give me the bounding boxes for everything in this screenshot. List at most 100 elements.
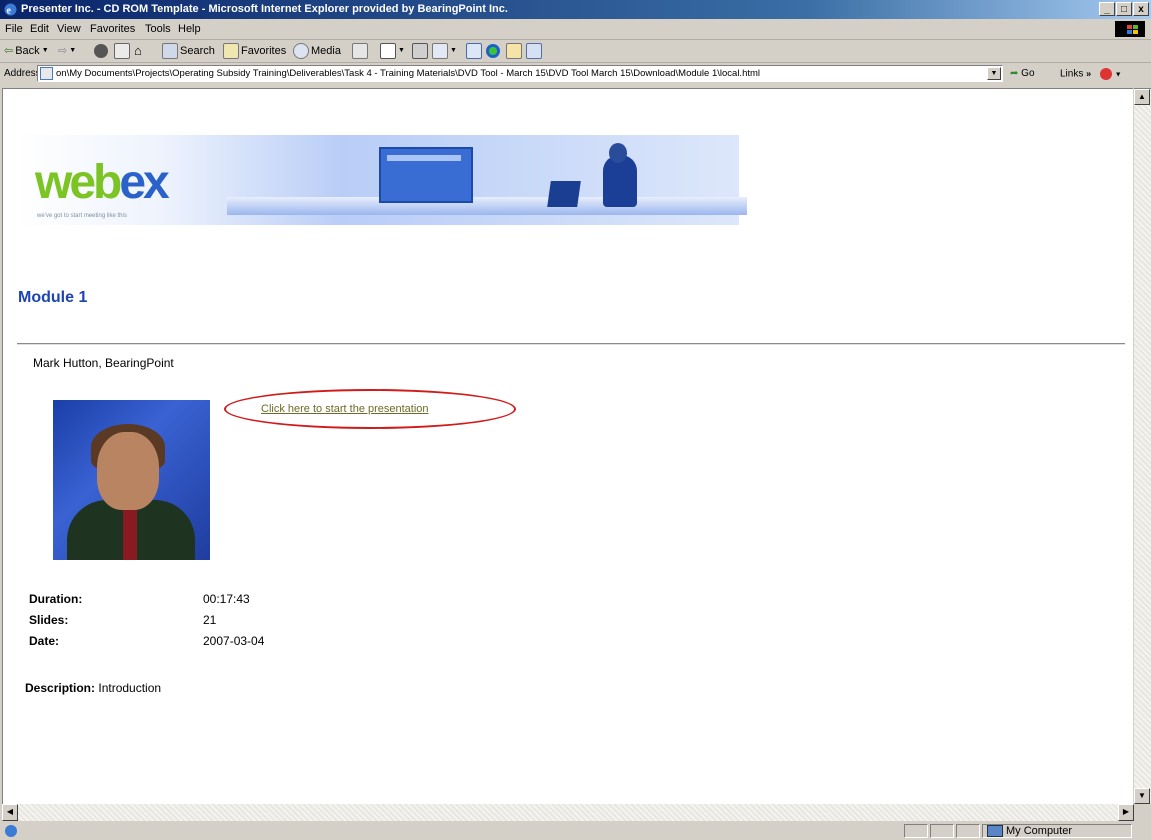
banner-person <box>603 143 637 207</box>
address-input[interactable]: on\My Documents\Projects\Operating Subsi… <box>37 65 1003 82</box>
banner-laptop <box>547 181 581 207</box>
address-label: Address <box>4 68 41 79</box>
home-icon: ⌂ <box>134 43 142 58</box>
stop-button[interactable] <box>94 43 108 59</box>
home-button[interactable]: ⌂ <box>134 43 142 59</box>
chevron-down-icon: ▼ <box>69 47 77 54</box>
history-icon <box>352 43 368 59</box>
page-icon <box>40 67 53 80</box>
back-arrow-icon: ⇦ <box>4 45 14 57</box>
menu-file[interactable]: File <box>5 23 23 35</box>
webex-logo: webex <box>35 156 170 209</box>
address-bar: Address on\My Documents\Projects\Operati… <box>0 63 1151 85</box>
network-button[interactable] <box>526 43 542 59</box>
print-icon <box>412 43 428 59</box>
webex-banner: webex we've got to start meeting like th… <box>17 135 747 225</box>
status-bar: My Computer <box>0 822 1151 840</box>
history-button[interactable] <box>352 43 368 59</box>
scroll-down-icon[interactable]: ▼ <box>1134 788 1150 804</box>
chevron-down-icon: ▼ <box>41 47 49 54</box>
favorites-button[interactable]: Favorites <box>223 43 286 59</box>
title-bar[interactable]: e Presenter Inc. - CD ROM Template - Mic… <box>0 0 1151 19</box>
divider <box>17 343 1125 345</box>
menu-help[interactable]: Help <box>178 23 201 35</box>
favorites-icon <box>223 43 239 59</box>
go-arrow-icon: ➦ <box>1010 68 1019 79</box>
browser-window: e Presenter Inc. - CD ROM Template - Mic… <box>0 0 1151 840</box>
links-label: Links <box>1060 68 1084 80</box>
status-cell-2 <box>930 824 954 838</box>
messenger-button[interactable] <box>486 43 500 59</box>
banner-desk <box>227 197 747 215</box>
media-icon <box>293 43 309 59</box>
menu-favorites[interactable]: Favorites <box>90 23 135 35</box>
forward-arrow-icon: ⇨ <box>58 45 68 57</box>
webex-tagline: we've got to start meeting like this <box>37 213 127 219</box>
search-icon <box>162 43 178 59</box>
menu-view[interactable]: View <box>57 23 81 35</box>
research-icon <box>506 43 522 59</box>
duration-value: 00:17:43 <box>203 592 250 606</box>
banner-monitor <box>379 147 473 203</box>
address-url[interactable]: on\My Documents\Projects\Operating Subsi… <box>56 68 981 79</box>
scroll-right-icon[interactable]: ▶ <box>1118 804 1134 821</box>
internet-explorer-icon: e <box>4 3 17 17</box>
address-dropdown-button[interactable]: ▼ <box>987 67 1001 80</box>
vertical-scrollbar[interactable]: ▲ ▼ <box>1134 88 1151 804</box>
menu-bar: File Edit View Favorites Tools Help <box>0 19 1151 40</box>
page-title: Module 1 <box>18 289 88 306</box>
media-label: Media <box>311 45 341 57</box>
discuss-button[interactable] <box>466 43 482 59</box>
edit-button[interactable]: ▼ <box>432 43 457 59</box>
window-title: Presenter Inc. - CD ROM Template - Micro… <box>21 3 508 15</box>
description-label: Description: <box>25 681 96 695</box>
scroll-up-icon[interactable]: ▲ <box>1134 89 1150 105</box>
mail-icon <box>380 43 396 59</box>
status-cell-1 <box>904 824 928 838</box>
horizontal-scrollbar[interactable]: ◀ ▶ <box>2 804 1134 821</box>
computer-icon <box>987 825 1003 838</box>
scroll-left-icon[interactable]: ◀ <box>2 804 18 821</box>
presenter-name: Mark Hutton, BearingPoint <box>33 356 174 370</box>
chevron-down-icon: ▼ <box>398 47 405 54</box>
chevron-down-icon[interactable]: ▼ <box>1115 72 1122 79</box>
search-button[interactable]: Search <box>162 43 215 59</box>
page-content: webex we've got to start meeting like th… <box>2 88 1133 805</box>
start-presentation-link[interactable]: Click here to start the presentation <box>261 403 429 415</box>
print-button[interactable] <box>412 43 428 59</box>
messenger-icon <box>486 44 500 58</box>
back-button[interactable]: ⇦ Back ▼ <box>4 43 49 59</box>
search-label: Search <box>180 45 215 57</box>
windows-logo-icon <box>1115 21 1145 37</box>
zone-label: My Computer <box>1006 825 1073 837</box>
edit-word-icon <box>432 43 448 59</box>
slides-value: 21 <box>203 613 217 627</box>
ie-page-icon <box>5 825 17 837</box>
go-button[interactable]: ➦ Go <box>1010 68 1035 79</box>
close-button[interactable]: x <box>1133 2 1149 16</box>
go-label: Go <box>1021 68 1035 79</box>
discuss-icon <box>466 43 482 59</box>
description-value: Introduction <box>98 681 162 695</box>
maximize-button[interactable]: □ <box>1116 2 1132 16</box>
date-label: Date: <box>29 634 60 648</box>
links-button[interactable]: Links » ▼ <box>1060 68 1122 80</box>
research-button[interactable] <box>506 43 522 59</box>
refresh-button[interactable] <box>114 43 130 59</box>
network-icon <box>526 43 542 59</box>
forward-button[interactable]: ⇨ ▼ <box>58 43 76 59</box>
toolbar-addon-icon[interactable] <box>1099 68 1112 80</box>
minimize-button[interactable]: _ <box>1099 2 1115 16</box>
menu-tools[interactable]: Tools <box>145 23 171 35</box>
slides-label: Slides: <box>29 613 69 627</box>
stop-icon <box>94 44 108 58</box>
toolbar: ⇦ Back ▼ ⇨ ▼ ⌂ Search Favorites Media ▼ … <box>0 40 1151 63</box>
status-text <box>2 824 902 838</box>
menu-edit[interactable]: Edit <box>30 23 49 35</box>
mail-button[interactable]: ▼ <box>380 43 405 59</box>
media-button[interactable]: Media <box>293 43 341 59</box>
svg-text:e: e <box>7 6 12 17</box>
description-row: Description: Introduction <box>25 681 161 695</box>
presenter-photo <box>53 400 210 560</box>
chevron-double-right-icon: » <box>1086 68 1092 79</box>
